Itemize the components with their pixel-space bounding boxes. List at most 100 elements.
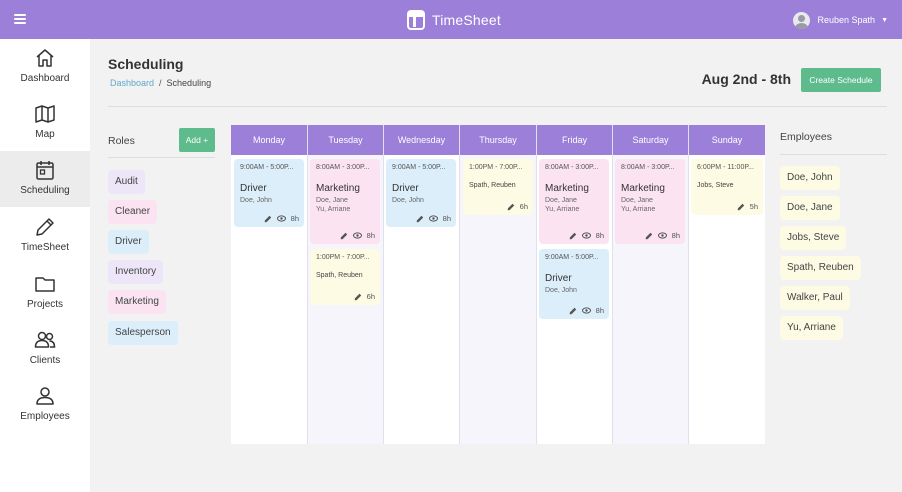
shift-footer: 6h	[354, 292, 375, 301]
sidebar-item-clients[interactable]: Clients	[0, 321, 90, 377]
shift-employee: Yu, Arriane	[621, 206, 656, 213]
sidebar-item-employees[interactable]: Employees	[0, 377, 90, 433]
sidebar-item-label: Clients	[29, 355, 61, 366]
employee-chip[interactable]: Yu, Arriane	[780, 316, 843, 340]
breadcrumb-current: Scheduling	[166, 78, 212, 88]
role-chip[interactable]: Inventory	[108, 260, 164, 284]
shift-card[interactable]: 8:00AM - 3:00P... Marketing Doe, Jane Yu,…	[539, 159, 609, 244]
shift-card[interactable]: 9:00AM - 5:00P... Driver Doe, John 8h	[234, 159, 304, 227]
shift-card[interactable]: 8:00AM - 3:00P... Marketing Doe, Jane Yu,…	[615, 159, 685, 244]
shift-card[interactable]: 6:00PM - 11:00P... Jobs, Steve 5h	[691, 159, 763, 215]
divider	[108, 106, 887, 107]
pencil-icon[interactable]	[264, 215, 272, 223]
sidebar-item-projects[interactable]: Projects	[0, 265, 90, 321]
day-header-friday: Friday	[537, 125, 612, 155]
shift-employee: Yu, Arriane	[316, 206, 351, 213]
shift-time: 1:00PM - 7:00P...	[316, 254, 370, 261]
page-title: Scheduling	[108, 56, 184, 72]
eye-icon[interactable]	[352, 232, 362, 239]
shift-card[interactable]: 1:00PM - 7:00P... Spath, Reuben 6h	[463, 159, 533, 215]
sidebar-item-scheduling[interactable]: Scheduling	[0, 151, 90, 207]
employee-chip[interactable]: Spath, Reuben	[780, 256, 861, 280]
shift-card[interactable]: 1:00PM - 7:00P... Spath, Reuben 6h	[310, 249, 380, 305]
sidebar-item-dashboard[interactable]: Dashboard	[0, 39, 90, 95]
pencil-icon[interactable]	[645, 232, 653, 240]
eye-icon[interactable]	[657, 232, 667, 239]
sidebar-item-label: Dashboard	[20, 73, 70, 84]
sidebar-item-label: Scheduling	[20, 185, 70, 196]
shift-time: 6:00PM - 11:00P...	[697, 164, 754, 171]
role-chip[interactable]: Marketing	[108, 290, 166, 314]
shift-hours: 8h	[442, 214, 451, 223]
pencil-icon[interactable]	[416, 215, 424, 223]
shift-card[interactable]: 8:00AM - 3:00P... Marketing Doe, Jane Yu,…	[310, 159, 380, 244]
eye-icon[interactable]	[581, 232, 591, 239]
pencil-icon	[36, 218, 54, 236]
shift-hours: 6h	[366, 292, 375, 301]
calendar-icon	[36, 161, 54, 180]
shift-card[interactable]: 9:00AM - 5:00P... Driver Doe, John 8h	[386, 159, 456, 227]
breadcrumb-link-dashboard[interactable]: Dashboard	[110, 78, 154, 88]
shift-time: 9:00AM - 5:00P...	[392, 164, 446, 171]
main-content: Scheduling Dashboard / Scheduling Aug 2nd …	[90, 39, 902, 492]
eye-icon[interactable]	[276, 215, 286, 222]
role-chip[interactable]: Salesperson	[108, 321, 178, 345]
shift-footer: 8h	[264, 214, 299, 223]
shift-employees: Doe, Jane Yu, Arriane	[545, 196, 579, 214]
shift-time: 9:00AM - 5:00P...	[545, 254, 599, 261]
sidebar-item-map[interactable]: Map	[0, 95, 90, 151]
shift-role: Marketing	[621, 183, 665, 194]
employees-title: Employees	[780, 131, 832, 143]
day-header-thursday: Thursday	[460, 125, 536, 155]
sidebar-item-timesheet[interactable]: TimeSheet	[0, 208, 90, 264]
user-menu[interactable]: Reuben Spath ▼	[792, 10, 888, 30]
eye-icon[interactable]	[428, 215, 438, 222]
employee-chip[interactable]: Doe, John	[780, 166, 840, 190]
shift-employees: Doe, Jane Yu, Arriane	[316, 196, 350, 214]
top-bar: TimeSheet Reuben Spath ▼	[0, 0, 902, 39]
chevron-down-icon: ▼	[881, 16, 888, 24]
shift-employee: Doe, Jane	[545, 197, 577, 204]
day-header-tuesday: Tuesday	[308, 125, 383, 155]
shift-hours: 8h	[671, 231, 680, 240]
pencil-icon[interactable]	[569, 307, 577, 315]
shift-employee: Doe, Jane	[621, 197, 653, 204]
shift-role: Marketing	[316, 183, 360, 194]
shift-employees: Spath, Reuben	[316, 272, 363, 279]
shift-footer: 8h	[569, 231, 604, 240]
pencil-icon[interactable]	[354, 293, 362, 301]
shift-employee: Doe, John	[240, 197, 272, 204]
folder-icon	[35, 277, 55, 292]
pencil-icon[interactable]	[569, 232, 577, 240]
column-divider	[459, 125, 460, 444]
sidebar-item-label: Employees	[20, 411, 70, 422]
schedule-calendar: Monday Tuesday Wednesday Thursday Friday…	[231, 125, 765, 444]
role-chip[interactable]: Cleaner	[108, 200, 158, 224]
add-role-button[interactable]: Add +	[179, 128, 215, 152]
hamburger-menu-icon[interactable]	[14, 14, 26, 24]
create-schedule-button[interactable]: Create Schedule	[801, 68, 881, 92]
shift-card[interactable]: 9:00AM - 5:00P... Driver Doe, John 8h	[539, 249, 609, 319]
shift-hours: 5h	[749, 202, 758, 211]
pencil-icon[interactable]	[507, 203, 515, 211]
day-header-sunday: Sunday	[689, 125, 765, 155]
shift-hours: 8h	[366, 231, 375, 240]
role-chip[interactable]: Audit	[108, 170, 145, 194]
users-icon	[34, 331, 56, 348]
shift-time: 8:00AM - 3:00P...	[545, 164, 599, 171]
employee-chip[interactable]: Jobs, Steve	[780, 226, 847, 250]
app-brand[interactable]: TimeSheet	[407, 9, 501, 31]
shift-footer: 8h	[645, 231, 680, 240]
shift-employees: Jobs, Steve	[697, 182, 734, 189]
employee-chip[interactable]: Doe, Jane	[780, 196, 840, 220]
shift-footer: 5h	[737, 202, 758, 211]
role-chip[interactable]: Driver	[108, 230, 149, 254]
shift-employees: Doe, John	[545, 286, 577, 295]
shift-employees: Spath, Reuben	[469, 182, 516, 189]
shift-employees: Doe, John	[392, 196, 424, 205]
pencil-icon[interactable]	[340, 232, 348, 240]
employee-chip[interactable]: Walker, Paul	[780, 286, 850, 310]
shift-time: 8:00AM - 3:00P...	[621, 164, 675, 171]
pencil-icon[interactable]	[737, 203, 745, 211]
eye-icon[interactable]	[581, 307, 591, 314]
